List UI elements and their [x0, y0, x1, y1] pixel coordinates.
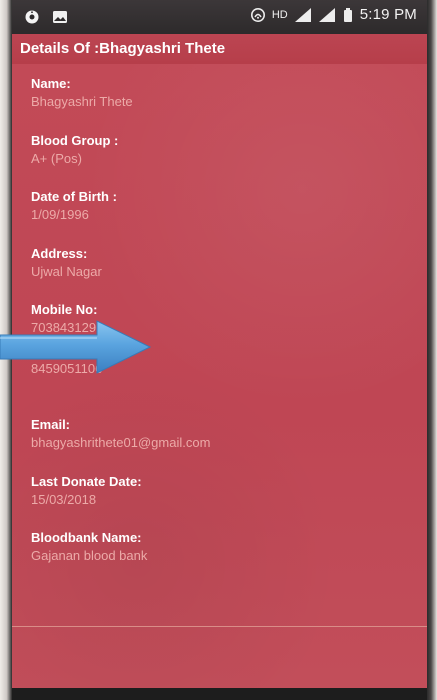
hd-label: HD — [271, 8, 288, 21]
arrow-right-icon — [0, 316, 168, 378]
page-title: Details Of :Bhagyashri Thete — [20, 40, 226, 57]
status-left — [24, 9, 68, 25]
email-value: bhagyashrithete01@gmail.com — [31, 435, 211, 450]
bloodbank-name-value: Gajanan blood bank — [31, 548, 148, 563]
address-field: Address: Ujwal Nagar — [31, 246, 411, 303]
blood-group-value: A+ (Pos) — [31, 150, 82, 166]
last-donate-date-label: Last Donate Date: — [31, 473, 142, 489]
image-icon — [52, 9, 68, 25]
email-field: Email: bhagyashrithete01@gmail.com — [31, 417, 411, 474]
address-label: Address: — [31, 245, 88, 261]
bloodbank-name-label: Bloodbank Name: — [31, 530, 142, 545]
name-value: Bhagyashri Thete — [31, 94, 133, 109]
signal-icon-2 — [318, 7, 336, 23]
email-label: Email: — [31, 417, 71, 432]
bloodbank-name-field: Bloodbank Name: Gajanan blood bank — [31, 530, 411, 587]
name-field: Name: Bhagyashri Thete — [31, 76, 411, 133]
signal-icon — [294, 7, 312, 23]
status-bar: HD 5:19 PM — [12, 0, 427, 34]
date-of-birth-field: Date of Birth : 1/09/1996 — [31, 189, 411, 246]
status-right: HD 5:19 PM — [250, 6, 417, 23]
photo-edge-right — [427, 0, 437, 700]
content-divider — [12, 626, 427, 627]
settings-icon — [24, 9, 40, 25]
app-bar: Details Of :Bhagyashri Thete — [12, 34, 427, 66]
bottom-edge — [12, 688, 427, 700]
date-of-birth-value: 1/09/1996 — [31, 207, 89, 222]
blood-group-field: Blood Group : A+ (Pos) — [31, 133, 411, 190]
blood-group-label: Blood Group : — [31, 132, 119, 148]
address-value: Ujwal Nagar — [31, 263, 102, 279]
name-label: Name: — [31, 76, 71, 91]
battery-icon — [342, 7, 354, 23]
status-time: 5:19 PM — [359, 6, 417, 23]
date-of-birth-label: Date of Birth : — [31, 189, 117, 204]
wifi-icon — [250, 7, 266, 23]
last-donate-date-value: 15/03/2018 — [31, 491, 97, 507]
last-donate-date-field: Last Donate Date: 15/03/2018 — [31, 474, 411, 531]
